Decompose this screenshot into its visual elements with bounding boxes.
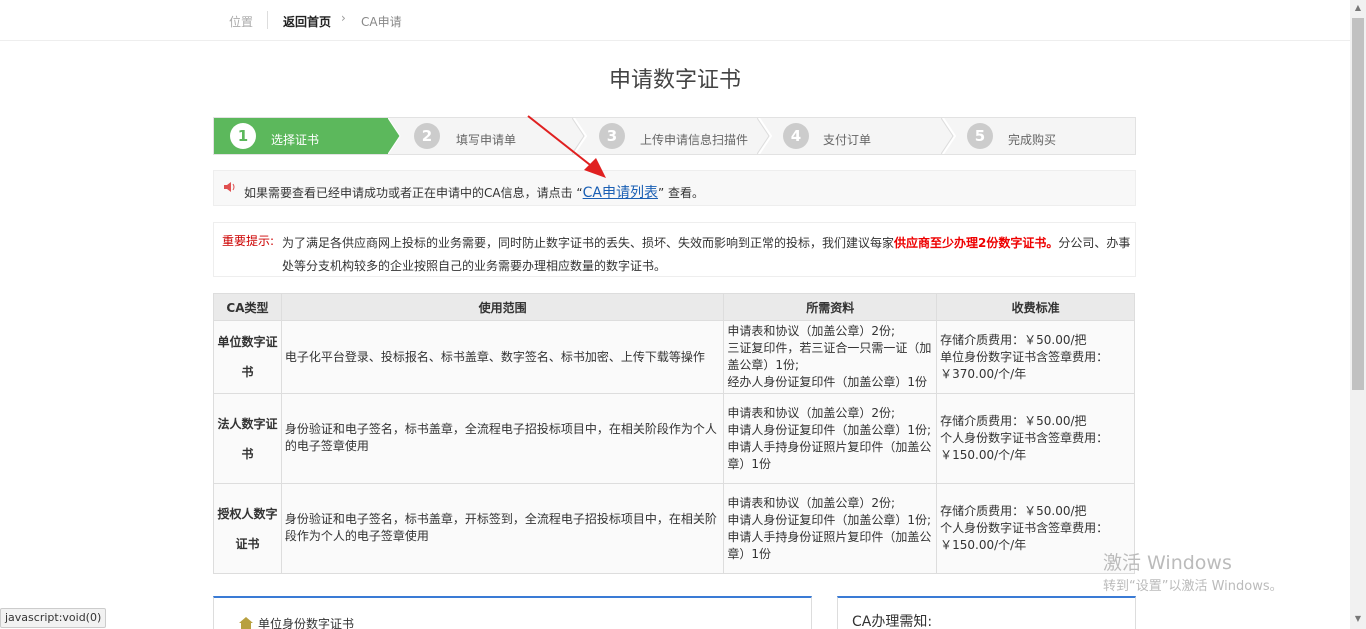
browser-status-bar: javascript:void(0) <box>0 608 107 628</box>
notice-suffix: ” 查看。 <box>657 186 705 200</box>
page-title: 申请数字证书 <box>608 68 741 93</box>
step-4-label: 支付订单 <box>823 133 872 147</box>
table-header-row: CA类型 使用范围 所需资料 收费标准 <box>213 293 1135 321</box>
table-header: 收费标准 <box>936 293 1135 321</box>
table-header: CA类型 <box>213 293 282 321</box>
activation-watermark-title: 激活 Windows <box>1103 552 1232 574</box>
step-5-label: 完成购买 <box>1008 133 1057 147</box>
step-2-number: 2 <box>414 123 440 149</box>
step-3-label: 上传申请信息扫描件 <box>640 133 749 147</box>
breadcrumb: 位置 返回首页 › CA申请 <box>0 0 1350 41</box>
step-4-number: 4 <box>783 123 809 149</box>
step-1-label: 选择证书 <box>271 133 320 147</box>
scroll-up-icon[interactable]: ▲ <box>1350 0 1366 16</box>
material-item: 申请表和协议（加盖公章）2份; <box>727 324 896 338</box>
important-label: 重要提示: <box>222 234 275 248</box>
fee-item: 个人身份数字证书含签章费用：￥150.00/个/年 <box>940 431 1109 462</box>
table-row: 授权人数字证书 身份验证和电子签名，标书盖章，开标签到，全流程电子招投标项目中，… <box>213 483 1135 574</box>
table-row: 法人数字证书 身份验证和电子签名，标书盖章，全流程电子招投标项目中，在相关阶段作… <box>213 393 1135 484</box>
page: 位置 返回首页 › CA申请 申请数字证书 1 选择证书 2 填写申请单 3 上… <box>0 0 1366 629</box>
annotation-arrow-icon <box>527 115 606 178</box>
ca-type-table: CA类型 使用范围 所需资料 收费标准 单位数字证书 电子化平台登录、投标报名、… <box>213 293 1135 574</box>
step-1: 1 选择证书 <box>214 118 388 154</box>
materials-cell: 申请表和协议（加盖公章）2份; 申请人身份证复印件（加盖公章）1份; 申请人手持… <box>723 483 938 574</box>
step-5: 5 完成购买 <box>967 118 1127 154</box>
breadcrumb-current: CA申请 <box>361 15 402 29</box>
table-row: 单位数字证书 电子化平台登录、投标报名、标书盖章、数字签名、标书加密、上传下载等… <box>213 320 1135 394</box>
scope-cell: 身份验证和电子签名，标书盖章，全流程电子招投标项目中，在相关阶段作为个人的电子签… <box>280 393 725 484</box>
fee-cell: 存储介质费用：￥50.00/把 单位身份数字证书含签章费用：￥370.00/个/… <box>936 320 1135 394</box>
scope-cell: 电子化平台登录、投标报名、标书盖章、数字签名、标书加密、上传下载等操作 <box>280 320 725 394</box>
fee-item: 存储介质费用：￥50.00/把 <box>940 332 1087 347</box>
table-header: 所需资料 <box>723 293 938 321</box>
fee-item: 存储介质费用：￥50.00/把 <box>940 504 1087 518</box>
notice-text: 如果需要查看已经申请成功或者正在申请中的CA信息，请点击 “CA申请列表” 查看… <box>244 182 704 202</box>
table-header: 使用范围 <box>280 293 725 321</box>
scroll-down-icon[interactable]: ▼ <box>1350 611 1366 627</box>
unit-certificate-panel: 单位身份数字证书 <box>213 596 812 629</box>
panel-title: CA办理需知: <box>852 614 933 629</box>
material-item: 申请人手持身份证照片复印件（加盖公章）1份 <box>727 529 932 561</box>
breadcrumb-position-label: 位置 <box>229 15 254 29</box>
material-item: 经办人身份证复印件（加盖公章）1份 <box>727 375 928 389</box>
fee-cell: 存储介质费用：￥50.00/把 个人身份数字证书含签章费用：￥150.00/个/… <box>936 393 1135 484</box>
step-chevron-icon <box>388 118 401 154</box>
scrollbar-thumb[interactable] <box>1352 18 1364 390</box>
notice-bar: 如果需要查看已经申请成功或者正在申请中的CA信息，请点击 “CA申请列表” 查看… <box>213 170 1136 206</box>
material-item: 申请人手持身份证照片复印件（加盖公章）1份 <box>727 439 932 471</box>
step-3: 3 上传申请信息扫描件 <box>599 118 759 154</box>
step-1-number: 1 <box>230 123 256 149</box>
materials-cell: 申请表和协议（加盖公章）2份; 三证复印件，若三证合一只需一证（加盖公章）1份;… <box>723 320 938 394</box>
important-text: 为了满足各供应商网上投标的业务需要，同时防止数字证书的丢失、损坏、失效而影响到正… <box>282 232 1132 278</box>
step-chevron-icon <box>941 118 957 154</box>
breadcrumb-home-link[interactable]: 返回首页 <box>283 13 331 30</box>
panel-title: 单位身份数字证书 <box>258 617 355 629</box>
important-notice: 重要提示: 为了满足各供应商网上投标的业务需要，同时防止数字证书的丢失、损坏、失… <box>213 222 1136 277</box>
ca-type-cell: 法人数字证书 <box>213 393 282 484</box>
materials-cell: 申请表和协议（加盖公章）2份; 申请人身份证复印件（加盖公章）1份; 申请人手持… <box>723 393 938 484</box>
step-progress: 1 选择证书 2 填写申请单 3 上传申请信息扫描件 4 支付订单 5 完成购买 <box>213 117 1136 155</box>
step-5-number: 5 <box>967 123 993 149</box>
fee-item: 存储介质费用：￥50.00/把 <box>940 414 1087 428</box>
home-icon <box>239 617 253 629</box>
step-2-label: 填写申请单 <box>456 133 517 147</box>
scope-cell: 身份验证和电子签名，标书盖章，开标签到，全流程电子招投标项目中，在相关阶段作为个… <box>280 483 725 574</box>
important-highlight: 供应商至少办理2份数字证书。 <box>894 236 1059 250</box>
material-item: 申请表和协议（加盖公章）2份; <box>727 405 896 420</box>
ca-type-cell: 授权人数字证书 <box>213 483 282 574</box>
breadcrumb-chevron-icon: › <box>341 11 346 25</box>
speaker-icon <box>224 182 235 192</box>
step-chevron-icon <box>757 118 773 154</box>
activation-watermark-subtitle: 转到“设置”以激活 Windows。 <box>1103 579 1283 594</box>
ca-notice-panel: CA办理需知: <box>837 596 1136 629</box>
breadcrumb-divider <box>267 11 268 29</box>
important-text-1: 为了满足各供应商网上投标的业务需要，同时防止数字证书的丢失、损坏、失效而影响到正… <box>282 236 895 250</box>
ca-type-cell: 单位数字证书 <box>213 320 282 394</box>
material-item: 申请人身份证复印件（加盖公章）1份; <box>727 422 932 437</box>
material-item: 申请表和协议（加盖公章）2份; <box>727 495 896 510</box>
material-item: 申请人身份证复印件（加盖公章）1份; <box>727 512 932 527</box>
fee-item: 单位身份数字证书含签章费用：￥370.00/个/年 <box>940 349 1109 381</box>
step-4: 4 支付订单 <box>783 118 943 154</box>
material-item: 三证复印件，若三证合一只需一证（加盖公章）1份; <box>727 341 932 372</box>
